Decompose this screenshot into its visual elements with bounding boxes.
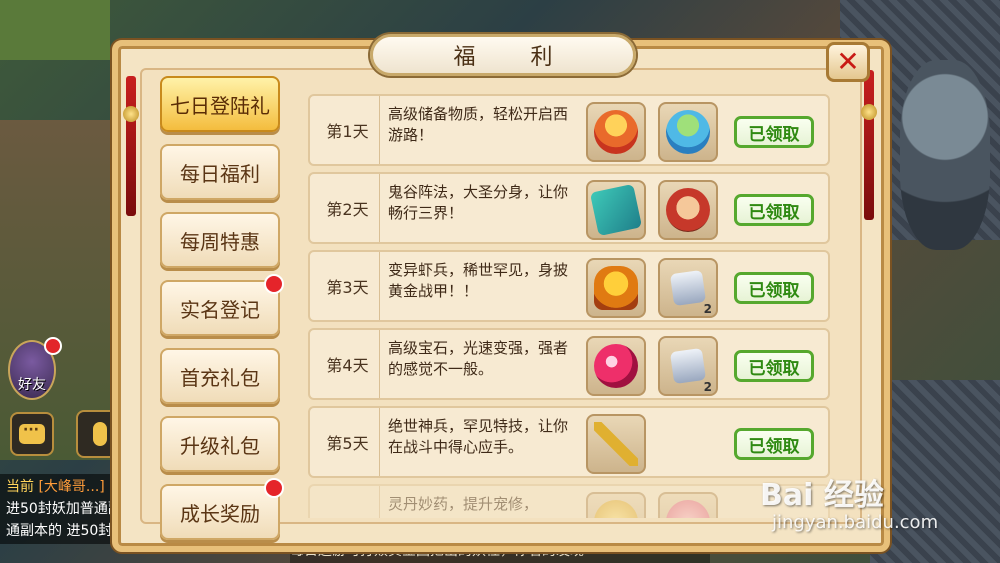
dialog-title: 福 利 [453,45,577,70]
friends-label: 好友 [18,377,46,393]
pagoda-tower [900,60,990,250]
reward-item[interactable] [586,414,646,474]
silver-ingot-icon [669,269,707,307]
tab-seven-day-login[interactable]: 七日登陆礼 [160,76,280,132]
reward-description: 灵丹妙药，提升宠修， [388,495,539,513]
bell-decoration [861,104,877,120]
friends-badge [44,337,62,355]
reward-list[interactable]: 第1天 高级储备物质，轻松开启西游路！ 已领取 第2天 鬼谷阵法，大圣分身，让你… [308,90,830,518]
baidu-watermark: Bai 经验 [760,470,884,514]
book-icon [589,183,643,237]
close-icon: ✕ [836,45,860,78]
gem-icon [594,344,638,388]
day-label [316,486,380,518]
reward-description: 高级储备物质，轻松开启西游路！ [388,105,569,144]
chat-bubble-icon [19,422,45,444]
tree-canopy [0,0,110,60]
reward-row: 第2天 鬼谷阵法，大圣分身，让你畅行三界！ 已领取 [308,172,830,244]
reward-row: 灵丹妙药，提升宠修， [308,484,830,518]
day-label: 第4天 [316,330,380,398]
tab-daily-welfare[interactable]: 每日福利 [160,144,280,200]
chat-button[interactable] [10,412,54,456]
reward-item[interactable] [586,102,646,162]
reward-row: 第4天 高级宝石，光速变强，强者的感觉不一般。 2 已领取 [308,328,830,400]
bowl-blue-icon [666,110,710,154]
item-quantity: 2 [703,302,712,316]
tab-label: 升级礼包 [180,433,260,458]
watermark-url: jingyan.baidu.com [772,512,939,533]
reward-row: 第1天 高级储备物质，轻松开启西游路！ 已领取 [308,94,830,166]
dialog-title-plate: 福 利 [370,34,636,76]
reward-item[interactable] [586,180,646,240]
tab-weekly-deals[interactable]: 每周特惠 [160,212,280,268]
tab-label: 每周特惠 [180,229,260,254]
tab-label: 实名登记 [180,297,260,322]
bowl-red-icon [594,110,638,154]
reward-item[interactable] [586,492,646,518]
day-label: 第1天 [316,96,380,164]
bell-decoration [123,106,139,122]
notification-badge [264,478,284,498]
tab-first-charge[interactable]: 首充礼包 [160,348,280,404]
tab-level-up-pack[interactable]: 升级礼包 [160,416,280,472]
ground-terrain [0,120,110,460]
claimed-button[interactable]: 已领取 [734,194,814,226]
reward-description: 绝世神兵，罕见特技，让你在战斗中得心应手。 [388,417,569,456]
reward-description: 变异虾兵，稀世罕见，身披黄金战甲！！ [388,261,569,300]
day-label: 第3天 [316,252,380,320]
close-button[interactable]: ✕ [826,42,870,82]
reward-item[interactable] [586,336,646,396]
claimed-button[interactable]: 已领取 [734,428,814,460]
microphone-icon [93,422,107,446]
claimed-button[interactable]: 已领取 [734,350,814,382]
tassel-decoration [864,70,874,220]
reward-item[interactable] [658,180,718,240]
pill-pink-icon [666,500,710,518]
watermark-brand: Bai 经验 [760,478,884,513]
tab-label: 七日登陆礼 [170,93,270,118]
silver-ingot-icon [669,347,707,385]
tab-label: 成长奖励 [180,501,260,526]
monkey-king-icon [666,188,710,232]
notification-badge [264,274,284,294]
day-label: 第5天 [316,408,380,476]
reward-item[interactable] [586,258,646,318]
item-quantity: 2 [703,380,712,394]
gold-armor-icon [594,266,638,310]
reward-item[interactable] [658,102,718,162]
tab-label: 首充礼包 [180,365,260,390]
reward-item[interactable]: 2 [658,336,718,396]
tab-label: 每日福利 [180,161,260,186]
claimed-button[interactable]: 已领取 [734,272,814,304]
reward-item[interactable] [658,492,718,518]
reward-item[interactable]: 2 [658,258,718,318]
sword-icon [594,422,638,466]
claimed-button[interactable]: 已领取 [734,116,814,148]
reward-row: 第3天 变异虾兵，稀世罕见，身披黄金战甲！！ 2 已领取 [308,250,830,322]
tab-real-name[interactable]: 实名登记 [160,274,284,336]
pill-yellow-icon [594,500,638,518]
reward-description: 鬼谷阵法，大圣分身，让你畅行三界！ [388,183,569,222]
day-label: 第2天 [316,174,380,242]
reward-row: 第5天 绝世神兵，罕见特技，让你在战斗中得心应手。 已领取 [308,406,830,478]
tassel-decoration [126,76,136,216]
tab-growth-reward[interactable]: 成长奖励 [160,478,284,540]
reward-description: 高级宝石，光速变强，强者的感觉不一般。 [388,339,569,378]
